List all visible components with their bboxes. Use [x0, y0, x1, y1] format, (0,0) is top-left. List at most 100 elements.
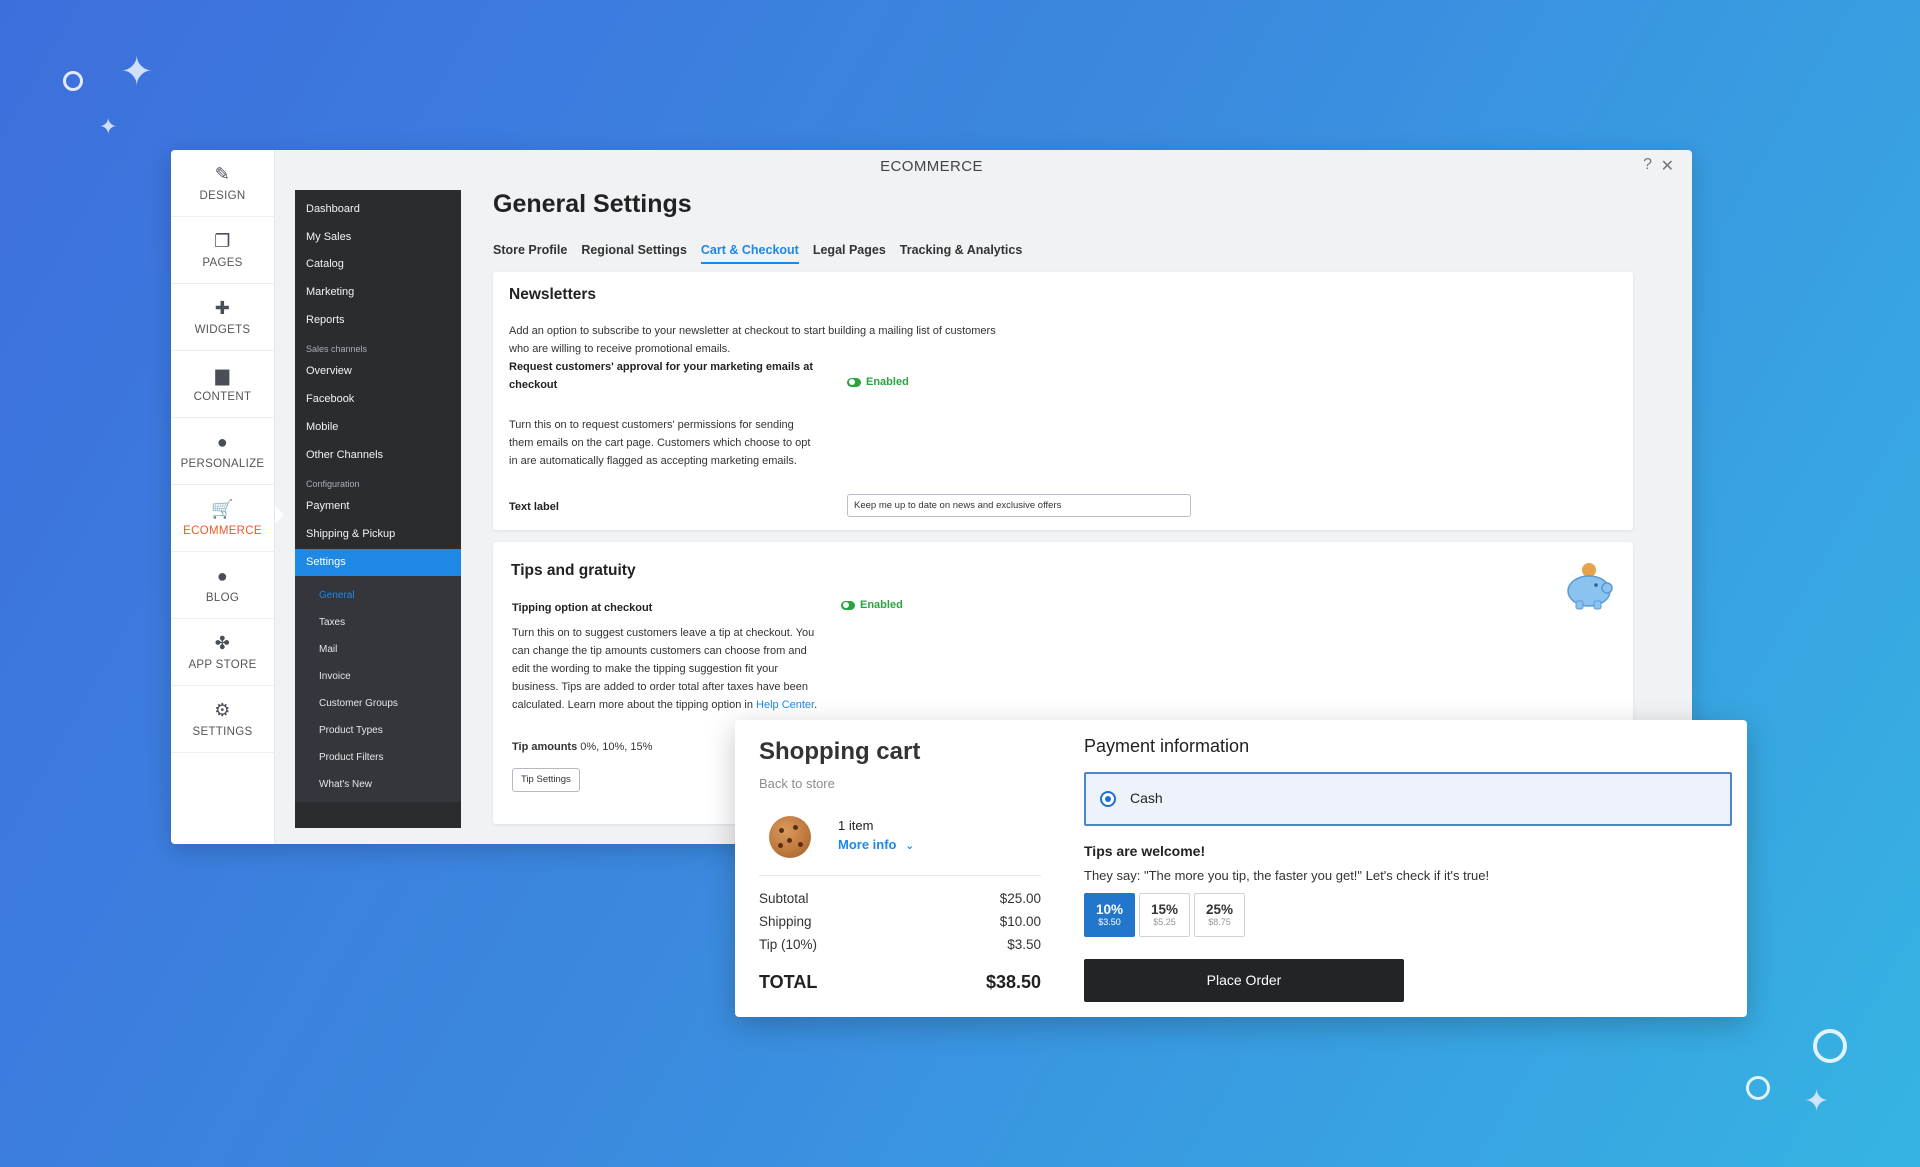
window-title: ECOMMERCE: [880, 158, 983, 175]
cart-title: Shopping cart: [759, 738, 921, 765]
rail-item-pages[interactable]: ❐ PAGES: [171, 217, 274, 284]
tip-amounts: Tip amounts 0%, 10%, 15%: [512, 738, 652, 756]
newsletter-toggle[interactable]: Enabled: [847, 376, 909, 388]
tip-percent: 25%: [1205, 902, 1234, 917]
subnav-item[interactable]: What's New: [295, 771, 461, 798]
more-info-link[interactable]: More info ⌄: [838, 837, 914, 852]
rail-item-app-store[interactable]: ✤ APP STORE: [171, 619, 274, 686]
subnav-item[interactable]: Customer Groups: [295, 690, 461, 717]
editor-sidebar: ✎ DESIGN ❐ PAGES ✚ WIDGETS ▆ CONTENT ● PERSONALIZ…: [171, 150, 275, 844]
chip-dot: [793, 825, 798, 830]
help-line: can change the tip amounts customers can…: [512, 645, 807, 657]
total-value: $38.50: [985, 972, 1041, 992]
tip-option-button[interactable]: 10% $3.50: [1084, 893, 1135, 937]
rail-item-label: APP STORE: [188, 659, 257, 671]
subnav-item[interactable]: Product Types: [295, 717, 461, 744]
tip-amount: $3.50: [1098, 917, 1121, 927]
tipping-toggle[interactable]: Enabled: [841, 599, 903, 611]
toggle-label: Enabled: [860, 599, 903, 611]
tab-cart-checkout[interactable]: Cart & Checkout: [700, 243, 799, 264]
back-to-store-link[interactable]: Back to store: [759, 776, 835, 791]
summary-row: Subtotal $25.00: [759, 891, 1041, 906]
nav-item[interactable]: Facebook: [295, 386, 461, 414]
nav-item[interactable]: Catalog: [295, 251, 461, 279]
chip-dot: [778, 843, 783, 848]
tipping-option-label: Tipping option at checkout: [512, 602, 653, 614]
nav-item[interactable]: Reports: [295, 307, 461, 335]
decor-sparkle: ✦: [120, 50, 154, 94]
help-line: calculated. Learn more about the tipping…: [512, 696, 817, 714]
rail-item-label: DESIGN: [199, 190, 246, 202]
rail-item-ecommerce[interactable]: 🛒 ECOMMERCE: [171, 485, 274, 552]
tip-amounts-value: 0%, 10%, 15%: [580, 741, 653, 753]
tab-tracking-analytics[interactable]: Tracking & Analytics: [900, 243, 1023, 264]
nav-item[interactable]: Overview: [295, 358, 461, 386]
summary-label: Shipping: [759, 914, 812, 929]
tip-settings-button[interactable]: Tip Settings: [512, 768, 580, 792]
tip-option-button[interactable]: 25% $8.75: [1194, 893, 1245, 937]
divider: [759, 875, 1041, 876]
help-icon[interactable]: ?: [1643, 156, 1652, 174]
subnav-item[interactable]: Taxes: [295, 609, 461, 636]
desc-line: who are willing to receive promotional e…: [509, 343, 731, 355]
decor-ring: [63, 71, 83, 91]
nav-item[interactable]: Shipping & Pickup: [295, 521, 461, 549]
subnav-item[interactable]: Product Filters: [295, 744, 461, 771]
close-icon[interactable]: ✕: [1661, 156, 1674, 176]
nav-item[interactable]: My Sales: [295, 224, 461, 252]
active-pointer: [275, 506, 284, 524]
rail-item-label: PERSONALIZE: [180, 458, 265, 470]
summary-value: $10.00: [999, 914, 1041, 929]
tip-option-button[interactable]: 15% $5.25: [1139, 893, 1190, 937]
rail-item-widgets[interactable]: ✚ WIDGETS: [171, 284, 274, 351]
tip-percent: 15%: [1150, 902, 1179, 917]
text-label-input[interactable]: Keep me up to date on news and exclusive…: [847, 494, 1191, 517]
rail-item-label: CONTENT: [193, 391, 252, 403]
rail-item-content[interactable]: ▆ CONTENT: [171, 351, 274, 418]
payment-method-label: Cash: [1130, 790, 1163, 806]
summary-label: Tip (10%): [759, 937, 818, 952]
help-line: edit the wording to make the tipping sug…: [512, 663, 778, 675]
summary-value: $25.00: [999, 891, 1041, 906]
payment-method-cash[interactable]: Cash: [1084, 772, 1732, 826]
tab-store-profile[interactable]: Store Profile: [493, 243, 567, 264]
rail-item-label: BLOG: [205, 592, 240, 604]
place-order-button[interactable]: Place Order: [1084, 959, 1404, 1002]
nav-item[interactable]: Dashboard: [295, 196, 461, 224]
approval-label: Request customers' approval for your mar…: [509, 358, 813, 394]
tab-regional-settings[interactable]: Regional Settings: [581, 243, 687, 264]
rail-item-settings[interactable]: ⚙ SETTINGS: [171, 686, 274, 753]
toggle-switch-icon: [847, 377, 861, 387]
settings-subnav: General Taxes Mail Invoice Customer Groups Pr…: [295, 576, 461, 803]
rail-item-personalize[interactable]: ● PERSONALIZE: [171, 418, 274, 485]
toggle-label: Enabled: [866, 376, 909, 388]
help-text: .: [814, 699, 818, 711]
help-line: Turn this on to suggest customers leave …: [512, 627, 815, 639]
subnav-item[interactable]: Invoice: [295, 663, 461, 690]
tab-legal-pages[interactable]: Legal Pages: [813, 243, 886, 264]
radio-selected-icon[interactable]: [1100, 791, 1116, 807]
help-line: Turn this on to request customers' permi…: [509, 419, 794, 431]
nav-section-label: Configuration: [306, 479, 360, 490]
tips-welcome-title: Tips are welcome!: [1084, 843, 1206, 859]
nav-item[interactable]: Payment: [295, 493, 461, 521]
page-title: General Settings: [493, 190, 692, 218]
subnav-item[interactable]: Mail: [295, 636, 461, 663]
nav-item[interactable]: Mobile: [295, 414, 461, 442]
help-center-link[interactable]: Help Center: [756, 699, 814, 711]
settings-tabs: Store Profile Regional Settings Cart & Che…: [493, 243, 1643, 264]
more-info-label: More info: [838, 837, 897, 852]
rail-item-blog[interactable]: ● BLOG: [171, 552, 274, 619]
chip-dot: [787, 838, 792, 843]
newsletters-description: Add an option to subscribe to your newsl…: [509, 322, 996, 358]
nav-item[interactable]: Other Channels: [295, 442, 461, 470]
tip-amount: $5.25: [1153, 917, 1176, 927]
nav-item-settings[interactable]: Settings: [295, 548, 461, 577]
cookie-product-image: [769, 816, 811, 858]
subnav-item[interactable]: General: [295, 582, 461, 609]
store-nav: Dashboard My Sales Catalog Marketing Reports…: [295, 190, 461, 828]
pages-icon: ❐: [214, 231, 231, 251]
settings-content: General Settings Store Profile Regional S…: [493, 190, 1643, 264]
rail-item-label: PAGES: [202, 257, 243, 269]
nav-item[interactable]: Marketing: [295, 279, 461, 307]
